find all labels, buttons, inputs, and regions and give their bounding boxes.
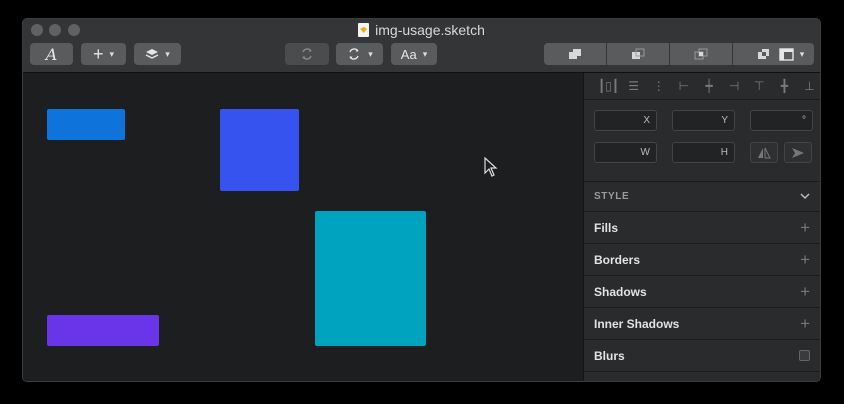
style-header[interactable]: STYLE (584, 182, 820, 212)
align-bottom-icon[interactable]: ⊥ (797, 73, 820, 100)
layers-icon (145, 49, 159, 59)
teal-rectangle[interactable] (315, 211, 426, 346)
distribute-horizontal-icon[interactable]: ┃▯┃ (596, 73, 621, 100)
boolean-ops-group (544, 43, 795, 65)
position-size-fields: X Y ° W H (584, 100, 820, 182)
height-field-label: H (720, 147, 728, 158)
intersect-button[interactable] (670, 43, 732, 65)
shadows-section[interactable]: Shadows + (584, 276, 820, 308)
union-icon (569, 49, 581, 59)
mouse-pointer-icon (484, 157, 498, 177)
subtract-icon (632, 48, 645, 59)
font-label: Aa (400, 46, 417, 62)
inner-shadows-section[interactable]: Inner Shadows + (584, 308, 820, 340)
inner-shadows-label: Inner Shadows (594, 316, 680, 331)
subtract-button[interactable] (607, 43, 669, 65)
width-field-label: W (640, 147, 650, 158)
alignment-toolbar: ┃▯┃ ☰ ⋮ ⊢ ┿ ⊣ ⊤ ╋ ⊥ (584, 73, 820, 100)
chevron-down-icon: ▾ (422, 48, 428, 59)
y-field[interactable]: Y (672, 110, 735, 131)
rotate-copies-button[interactable] (285, 43, 329, 65)
x-field-label: X (643, 115, 650, 126)
view-button[interactable]: ▾ (769, 43, 814, 65)
refresh-icon (302, 48, 312, 60)
chevron-down-icon: ▾ (799, 48, 805, 59)
shadows-label: Shadows (594, 284, 647, 299)
blue-rectangle[interactable] (47, 109, 125, 140)
align-top-icon[interactable]: ⊤ (747, 73, 772, 100)
add-shadow-icon[interactable]: + (800, 282, 810, 302)
layers-button[interactable]: ▾ (134, 43, 181, 65)
sync-icon (349, 48, 359, 60)
add-fill-icon[interactable]: + (800, 218, 810, 238)
plus-icon: + (92, 44, 104, 64)
symbols-button[interactable]: ▾ (336, 43, 383, 65)
chevron-down-icon: ▾ (368, 48, 373, 59)
insert-button[interactable]: + ▾ (81, 43, 126, 65)
union-button[interactable] (544, 43, 606, 65)
titlebar: img-usage.sketch A + ▾ ▾ ▾ Aa ▾ ▾ (23, 19, 820, 73)
flip-horizontal-button[interactable] (750, 142, 778, 163)
fills-label: Fills (594, 220, 619, 235)
align-middle-vertical-icon[interactable]: ╋ (772, 73, 797, 100)
rotation-field[interactable]: ° (750, 110, 813, 131)
sketch-window: img-usage.sketch A + ▾ ▾ ▾ Aa ▾ ▾ ┃▯┃ ☰ … (22, 18, 821, 382)
text-tool-button[interactable]: A (30, 43, 73, 65)
rotation-field-label: ° (802, 115, 806, 126)
align-left-icon[interactable]: ⊢ (671, 73, 696, 100)
borders-section[interactable]: Borders + (584, 244, 820, 276)
canvas[interactable] (23, 73, 583, 381)
flip-horizontal-icon (758, 147, 771, 158)
panel-layout-icon (779, 47, 794, 61)
blur-checkbox[interactable] (799, 350, 810, 361)
chevron-down-icon (800, 193, 810, 200)
add-border-icon[interactable]: + (800, 250, 810, 270)
text-tool-icon: A (45, 44, 58, 64)
font-button[interactable]: Aa ▾ (391, 43, 437, 65)
borders-label: Borders (594, 252, 641, 267)
blurs-section[interactable]: Blurs (584, 340, 820, 372)
flip-vertical-button[interactable] (784, 142, 812, 163)
window-title-text: img-usage.sketch (375, 22, 485, 38)
blurs-label: Blurs (594, 348, 625, 363)
purple-rectangle[interactable] (47, 315, 159, 346)
width-field[interactable]: W (594, 142, 657, 163)
height-field[interactable]: H (672, 142, 735, 163)
indigo-rectangle[interactable] (220, 109, 299, 191)
y-field-label: Y (721, 115, 728, 126)
window-title: img-usage.sketch (23, 22, 820, 38)
chevron-down-icon: ▾ (165, 48, 170, 59)
distribute-vertical-icon[interactable]: ☰ (621, 73, 646, 100)
intersect-icon (694, 48, 708, 60)
flip-vertical-icon (792, 147, 804, 158)
x-field[interactable]: X (594, 110, 657, 131)
add-inner-shadow-icon[interactable]: + (800, 314, 810, 334)
inspector-panel: ┃▯┃ ☰ ⋮ ⊢ ┿ ⊣ ⊤ ╋ ⊥ X Y ° W H STYLE Fill… (583, 73, 820, 381)
sketch-document-icon (358, 23, 370, 37)
separator-dots-icon: ⋮ (652, 79, 665, 93)
fills-section[interactable]: Fills + (584, 212, 820, 244)
align-right-icon[interactable]: ⊣ (722, 73, 747, 100)
style-header-label: STYLE (594, 191, 630, 202)
chevron-down-icon: ▾ (109, 48, 115, 59)
align-center-horizontal-icon[interactable]: ┿ (696, 73, 721, 100)
